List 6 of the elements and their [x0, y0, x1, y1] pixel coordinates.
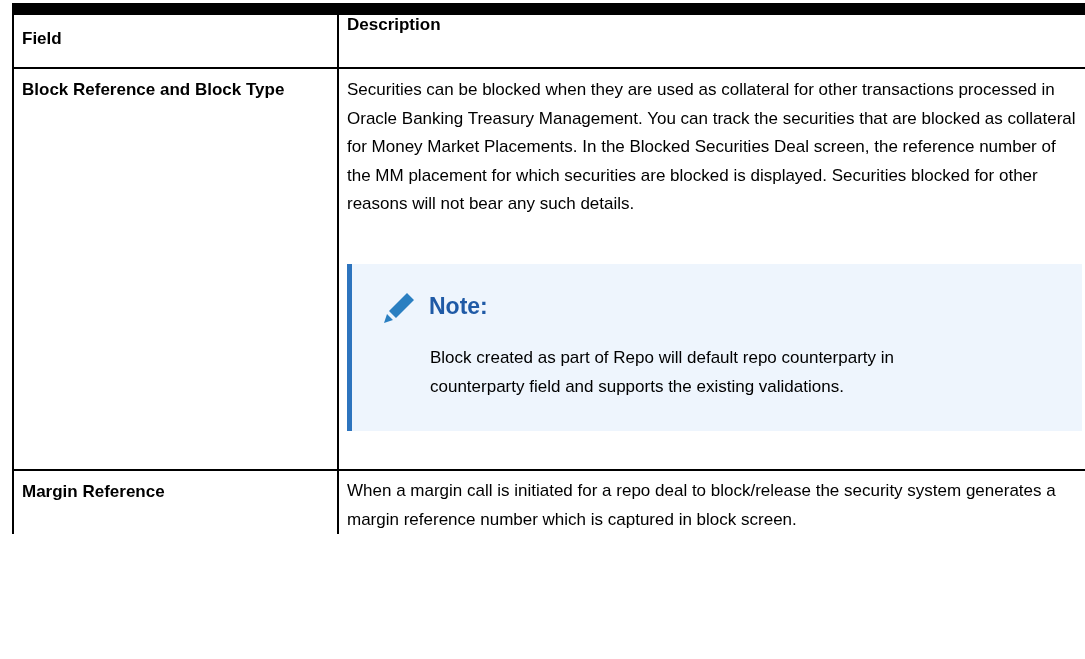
field-name-cell: Margin Reference [13, 470, 338, 535]
description-text: Securities can be blocked when they are used as collateral for other transactions processed in Oracle Banking Treasury Management. You can track the securities that are blocked as collateral for Money Market Placements. In the Blocked Securities Deal screen, the reference number of the MM placement for which securities are blocked is displayed. Securities blocked for other reasons will not bear any such details. [347, 79, 1077, 216]
note-title: Note: [429, 293, 488, 321]
field-name-cell: Block Reference and Block Type [13, 68, 338, 471]
description-text: When a margin call is initiated for a repo deal to block/release the security system generates a margin reference number which is captured in block screen. [347, 480, 1057, 531]
note-text: Block created as part of Repo will default repo counterparty in counterparty field and supports the existing validations. [430, 346, 895, 398]
